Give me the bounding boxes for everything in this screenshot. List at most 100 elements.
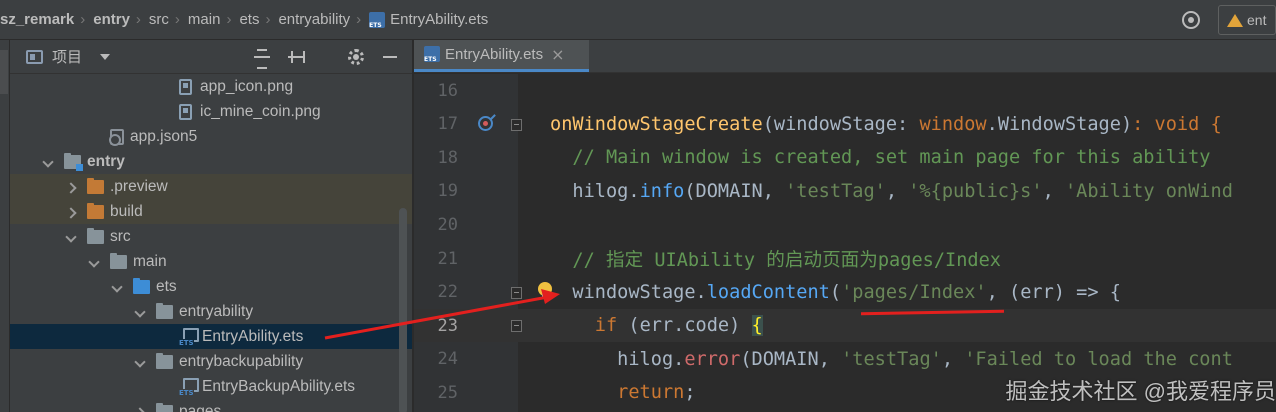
tree-item[interactable]: app.json5 [10,124,412,149]
chevron-down-icon[interactable] [113,282,123,292]
breadcrumb-item[interactable]: entryability [278,11,350,28]
code-line[interactable]: 18 // Main window is created, set main p… [414,141,1276,174]
project-panel-title[interactable]: 项目 [52,46,82,67]
line-number[interactable]: 23 [414,316,458,336]
left-tool-strip [0,40,10,412]
tree-item[interactable]: ets [10,274,412,299]
chevron-down-icon[interactable] [136,307,146,317]
code-text[interactable]: if (err.code) { [550,315,763,337]
tree-item[interactable]: entry [10,149,412,174]
run-configuration-selector[interactable]: ent [1218,5,1276,35]
code-text[interactable]: // 指定 UIAbility 的启动页面为pages/Index [550,245,1001,272]
code-token: if [550,315,629,337]
code-line[interactable]: 19 hilog.info(DOMAIN, 'testTag', '%{publ… [414,175,1276,208]
chevron-down-icon[interactable] [67,232,77,242]
breadcrumb-item[interactable]: src [149,11,169,28]
tree-item[interactable]: pages [10,399,412,412]
gear-icon[interactable] [348,49,364,65]
breadcrumb-item[interactable]: sz_remark [0,11,74,28]
code-line[interactable]: 17 onWindowStageCreate(windowStage: windo… [414,108,1276,141]
tree-item[interactable]: app_icon.png [10,74,412,99]
code-line[interactable]: 21 // 指定 UIAbility 的启动页面为pages/Index [414,242,1276,275]
line-number[interactable]: 18 [414,148,458,168]
chevron-down-icon[interactable] [100,53,111,60]
close-icon[interactable]: × [551,45,564,64]
code-token: , [1042,180,1065,202]
fold-icon[interactable] [511,320,522,333]
code-token: onWindowStageCreate [550,113,763,135]
tree-item[interactable]: build [10,199,412,224]
code-text[interactable]: onWindowStageCreate(windowStage: window.… [550,114,1222,135]
orange-folder-icon [87,177,104,194]
ets-file-icon [424,46,440,63]
code-token: hilog. [550,180,640,202]
folder-icon [110,252,127,269]
breadcrumb-item[interactable]: EntryAbility.ets [369,11,488,29]
tree-item-label: app.json5 [130,127,198,145]
breadcrumb-item[interactable]: main [188,11,221,28]
tree-item[interactable]: .preview [10,174,412,199]
tree-item[interactable]: entrybackupability [10,349,412,374]
ets-file-icon [179,328,199,347]
code-text[interactable]: windowStage.loadContent('pages/Index', (… [550,282,1121,303]
code-token: windowStage. [550,281,707,303]
code-line[interactable]: 16 [414,74,1276,107]
code-token: , (err) => { [986,281,1121,303]
code-line[interactable]: 23 if (err.code) { [414,309,1276,343]
toolbar-right: ent [1182,0,1276,40]
lightbulb-icon[interactable] [538,281,552,298]
image-icon [179,78,192,95]
chevron-down-icon[interactable] [90,257,100,267]
line-number[interactable]: 25 [414,383,458,403]
code-text[interactable]: // Main window is created, set main page… [550,147,1210,168]
collapse-all-icon[interactable] [288,49,305,65]
project-tool-window-button[interactable] [0,50,8,94]
line-number[interactable]: 24 [414,349,458,369]
fold-icon[interactable] [511,118,522,131]
chevron-right-icon[interactable] [67,182,77,192]
tree-item[interactable]: ic_mine_coin.png [10,99,412,124]
blue-folder-icon [133,277,150,294]
chevron-right-icon[interactable] [67,207,77,217]
breadcrumb-item[interactable]: ets [239,11,259,28]
watermark: 掘金技术社区 @我爱程序员 [1005,379,1276,404]
project-panel-tools [254,40,398,74]
code-token: hilog. [550,348,685,370]
tree-item[interactable]: src [10,224,412,249]
tab-entryability-ets[interactable]: EntryAbility.ets × [414,40,589,72]
tree-item[interactable]: EntryBackupAbility.ets [10,374,412,399]
fold-icon[interactable] [511,286,522,299]
chevron-right-icon[interactable] [136,407,146,412]
code-token: { [751,315,763,337]
code-text[interactable]: return; [550,382,695,403]
implements-marker-icon[interactable] [478,115,493,131]
locate-target-icon[interactable] [1182,11,1200,29]
breadcrumb-separator: › [265,11,271,28]
chevron-down-icon[interactable] [136,357,146,367]
tree-item[interactable]: main [10,249,412,274]
line-number[interactable]: 22 [414,282,458,302]
line-number[interactable]: 17 [414,114,458,134]
breadcrumb-item[interactable]: entry [93,11,130,28]
code-line[interactable]: 20 [414,208,1276,241]
tree-item[interactable]: EntryAbility.ets [10,324,412,349]
code-line[interactable]: 24 hilog.error(DOMAIN, 'testTag', 'Faile… [414,343,1276,376]
project-panel-scrollbar[interactable] [399,208,407,412]
tree-item[interactable]: entryability [10,299,412,324]
expand-all-icon[interactable] [254,49,270,69]
orange-folder-icon [87,202,104,219]
line-number[interactable]: 19 [414,181,458,201]
code-text[interactable]: hilog.info(DOMAIN, 'testTag', '%{public}… [550,181,1233,202]
line-number[interactable]: 20 [414,215,458,235]
line-number[interactable]: 21 [414,249,458,269]
hide-panel-icon[interactable] [382,49,398,65]
code-token: : void { [1132,113,1222,135]
code-line[interactable]: 22 windowStage.loadContent('pages/Index'… [414,276,1276,309]
code-text[interactable]: hilog.error(DOMAIN, 'testTag', 'Failed t… [550,349,1233,370]
module-config-icon [1227,13,1243,27]
chevron-down-icon[interactable] [44,157,54,167]
tree-item-label: ic_mine_coin.png [200,102,321,120]
tree-item-label: app_icon.png [200,77,294,95]
breadcrumb: sz_remark › entry › src › main › ets › entryabilit… [0,11,488,29]
line-number[interactable]: 16 [414,81,458,101]
